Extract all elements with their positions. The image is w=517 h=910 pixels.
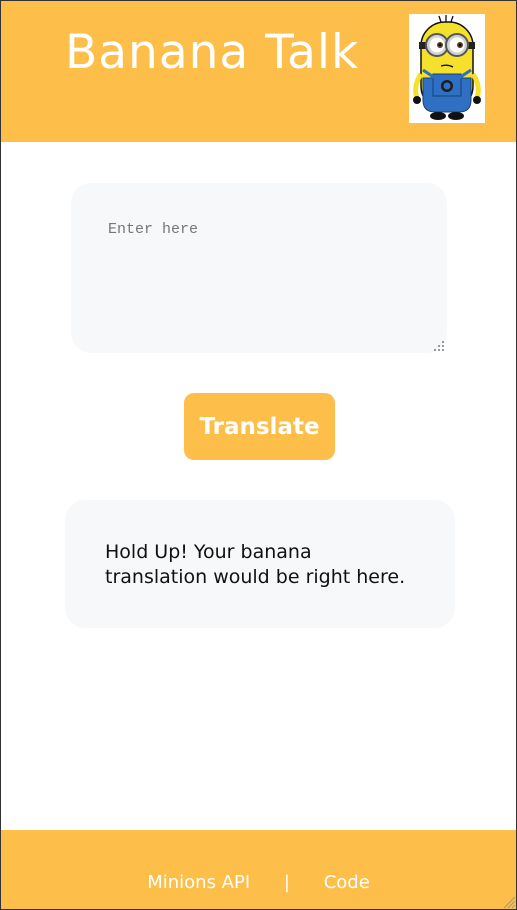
translation-input[interactable] xyxy=(71,183,447,353)
app-frame: Banana Talk Enter here Translate Hold Up… xyxy=(0,0,517,910)
minion-mascot-svg xyxy=(413,15,481,120)
minion-mascot-icon xyxy=(409,14,485,123)
app-title: Banana Talk xyxy=(65,25,360,80)
minions-api-link[interactable]: Minions API xyxy=(147,872,250,893)
translate-button[interactable]: Translate xyxy=(184,393,335,460)
translation-input-box xyxy=(71,183,447,353)
translation-output-text: Hold Up! Your banana translation would b… xyxy=(105,541,406,588)
code-link[interactable]: Code xyxy=(324,872,370,893)
window-resize-grip-icon[interactable] xyxy=(500,893,516,909)
translation-output-box: Hold Up! Your banana translation would b… xyxy=(65,500,455,628)
app-footer: Minions API | Code xyxy=(1,830,516,909)
app-header: Banana Talk xyxy=(1,1,516,142)
footer-links: Minions API | Code xyxy=(1,872,516,893)
resize-grip-icon[interactable] xyxy=(434,341,445,352)
footer-separator: | xyxy=(283,872,290,893)
